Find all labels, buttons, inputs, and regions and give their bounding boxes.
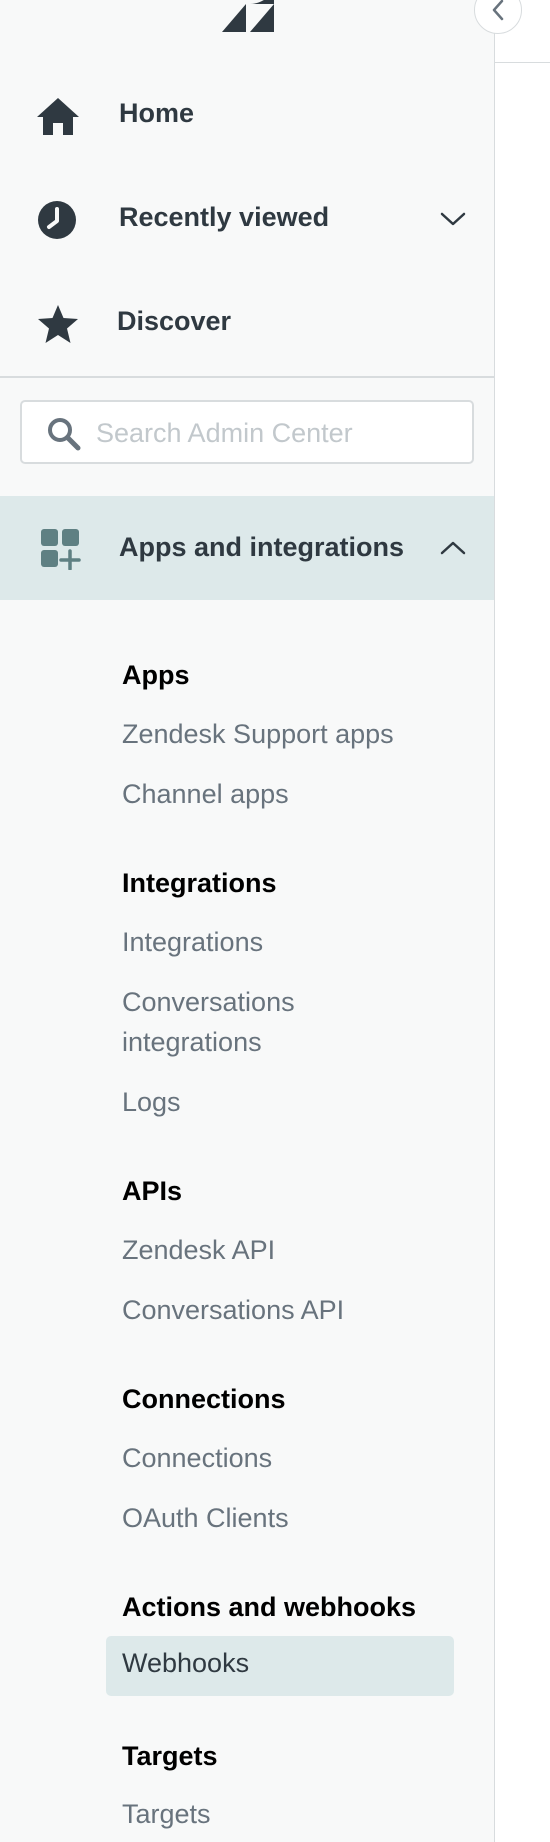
nav-recently-viewed[interactable]: Recently viewed [0,168,494,272]
sub-link-zendesk-support-apps[interactable]: Zendesk Support apps [122,714,462,754]
sub-link-webhooks-active[interactable]: Webhooks [106,1636,454,1696]
nav-discover-label: Discover [117,306,232,336]
chevron-up-icon[interactable] [440,540,466,556]
sub-link-integrations[interactable]: Integrations [122,922,462,962]
search-input[interactable] [94,410,458,456]
sub-link-logs[interactable]: Logs [122,1082,462,1122]
sub-link-zendesk-api[interactable]: Zendesk API [122,1230,462,1270]
chevron-left-icon [492,0,504,21]
zendesk-logo-icon [222,0,274,32]
admin-sidebar: Home Recently viewed Discover A [0,0,495,1842]
search-icon [48,418,81,451]
search-box[interactable] [20,400,474,464]
group-heading-targets: Targets [122,1741,218,1771]
group-heading-apis: APIs [122,1176,183,1206]
chevron-down-icon[interactable] [440,210,466,228]
sub-link-conversations-api[interactable]: Conversations API [122,1290,462,1330]
sub-link-conversations-integrations[interactable]: Conversations integrations [122,982,362,1062]
group-heading-connections: Connections [122,1384,286,1414]
sub-link-oauth-clients[interactable]: OAuth Clients [122,1498,462,1538]
nav-recently-viewed-label: Recently viewed [119,202,330,232]
group-heading-apps: Apps [122,660,190,690]
group-heading-actions-and-webhooks: Actions and webhooks [122,1592,417,1622]
section-apps-and-integrations[interactable]: Apps and integrations [0,496,494,600]
home-icon [37,98,79,135]
clock-icon [38,201,76,239]
nav-home[interactable]: Home [0,64,494,168]
sub-link-targets[interactable]: Targets [122,1794,462,1834]
section-label: Apps and integrations [119,532,405,562]
star-icon [38,305,78,343]
sub-link-webhooks-label: Webhooks [122,1648,250,1678]
apps-add-icon [41,529,81,570]
nav-home-label: Home [119,98,195,128]
divider [0,376,494,378]
nav-discover[interactable]: Discover [0,272,494,376]
sub-link-channel-apps[interactable]: Channel apps [122,774,462,814]
group-heading-integrations: Integrations [122,868,277,898]
sub-link-connections[interactable]: Connections [122,1438,462,1478]
header-divider [495,62,550,63]
